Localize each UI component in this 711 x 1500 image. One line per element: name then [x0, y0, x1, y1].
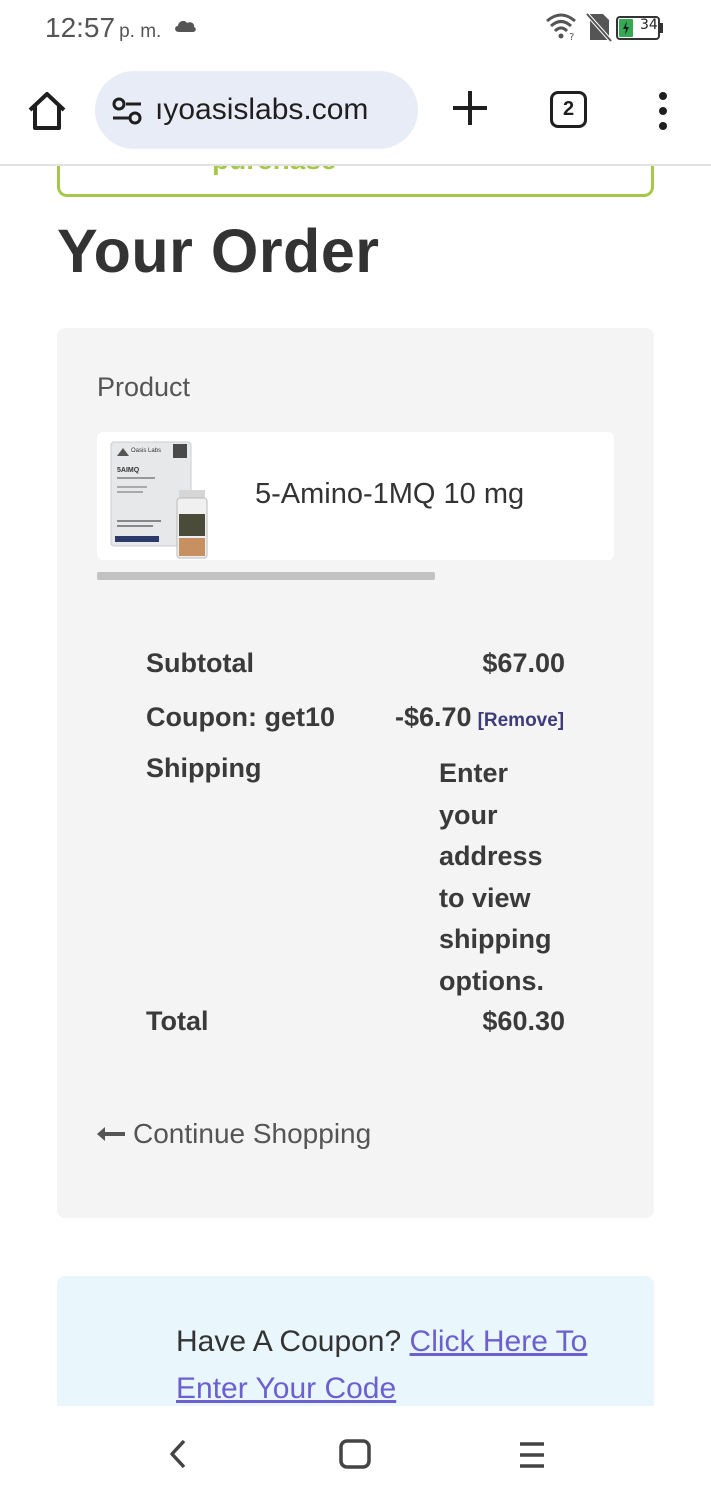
continue-shopping-label: Continue Shopping	[133, 1118, 372, 1149]
back-icon[interactable]	[166, 1438, 190, 1470]
shipping-label: Shipping	[146, 753, 262, 783]
arrow-left-icon	[97, 1126, 125, 1141]
status-time: 12:57 p. m.	[45, 12, 161, 44]
continue-shopping-link[interactable]: Continue Shopping	[97, 1118, 371, 1150]
total-label: Total	[146, 1006, 209, 1036]
order-summary-card: Product Oasis Labs 5AIMQ 5-Amino-1MQ 10 …	[57, 328, 654, 1218]
site-settings-icon[interactable]	[111, 97, 143, 125]
purchase-button[interactable]: purchase	[57, 166, 654, 197]
coupon-value: -$6.70	[395, 702, 472, 732]
thumb-brand: Oasis Labs	[131, 448, 161, 454]
browser-toolbar: ıyoasislabs.com 2	[0, 58, 711, 166]
coupon-notice-text: Have A Coupon? Click Here To Enter Your …	[176, 1318, 626, 1406]
no-sim-icon	[586, 12, 612, 42]
url-text[interactable]: ıyoasislabs.com	[155, 93, 368, 127]
plus-icon[interactable]	[450, 88, 490, 128]
battery-icon: 34	[616, 16, 664, 40]
home-icon[interactable]	[26, 90, 68, 132]
product-header: Product	[97, 372, 191, 402]
status-bar: 12:57 p. m. ? 34	[0, 0, 711, 58]
clock-time: 12:57	[45, 12, 116, 43]
svg-text:?: ?	[569, 32, 574, 40]
tabs-icon[interactable]: 2	[550, 91, 587, 128]
shipping-message: Enter your address to view shipping opti…	[439, 758, 552, 996]
purchase-button-label: purchase	[212, 166, 337, 176]
address-bar[interactable]: ıyoasislabs.com	[95, 71, 418, 149]
subtotal-label: Subtotal	[146, 648, 254, 678]
page-title: Your Order	[57, 217, 380, 285]
tab-count: 2	[562, 98, 575, 120]
coupon-label: Coupon: get10	[146, 702, 335, 732]
system-nav-bar	[0, 1406, 711, 1500]
horizontal-scrollbar[interactable]	[97, 572, 435, 580]
coupon-discount: -$6.70 [Remove]	[395, 702, 564, 733]
product-row: Oasis Labs 5AIMQ 5-Amino-1MQ 10 mg	[97, 432, 614, 560]
clock-ampm: p. m.	[119, 21, 162, 42]
thumb-label: 5AIMQ	[117, 467, 140, 474]
product-image[interactable]: Oasis Labs 5AIMQ	[109, 440, 221, 560]
page-content: purchase Your Order Product Oasis Labs 5…	[0, 166, 711, 1406]
product-name[interactable]: 5-Amino-1MQ 10 mg	[255, 478, 524, 511]
battery-level: 34	[640, 17, 658, 33]
recents-icon[interactable]	[516, 1440, 548, 1470]
subtotal-value: $67.00	[482, 648, 565, 678]
coupon-notice: Have A Coupon? Click Here To Enter Your …	[57, 1276, 654, 1406]
coupon-prompt: Have A Coupon?	[176, 1325, 402, 1358]
more-vert-icon[interactable]	[650, 91, 676, 131]
home-nav-icon[interactable]	[338, 1438, 372, 1470]
wifi-icon: ?	[546, 13, 576, 40]
remove-coupon-link[interactable]: [Remove]	[478, 710, 565, 731]
cloud-icon	[175, 20, 196, 32]
total-value: $60.30	[482, 1006, 565, 1036]
